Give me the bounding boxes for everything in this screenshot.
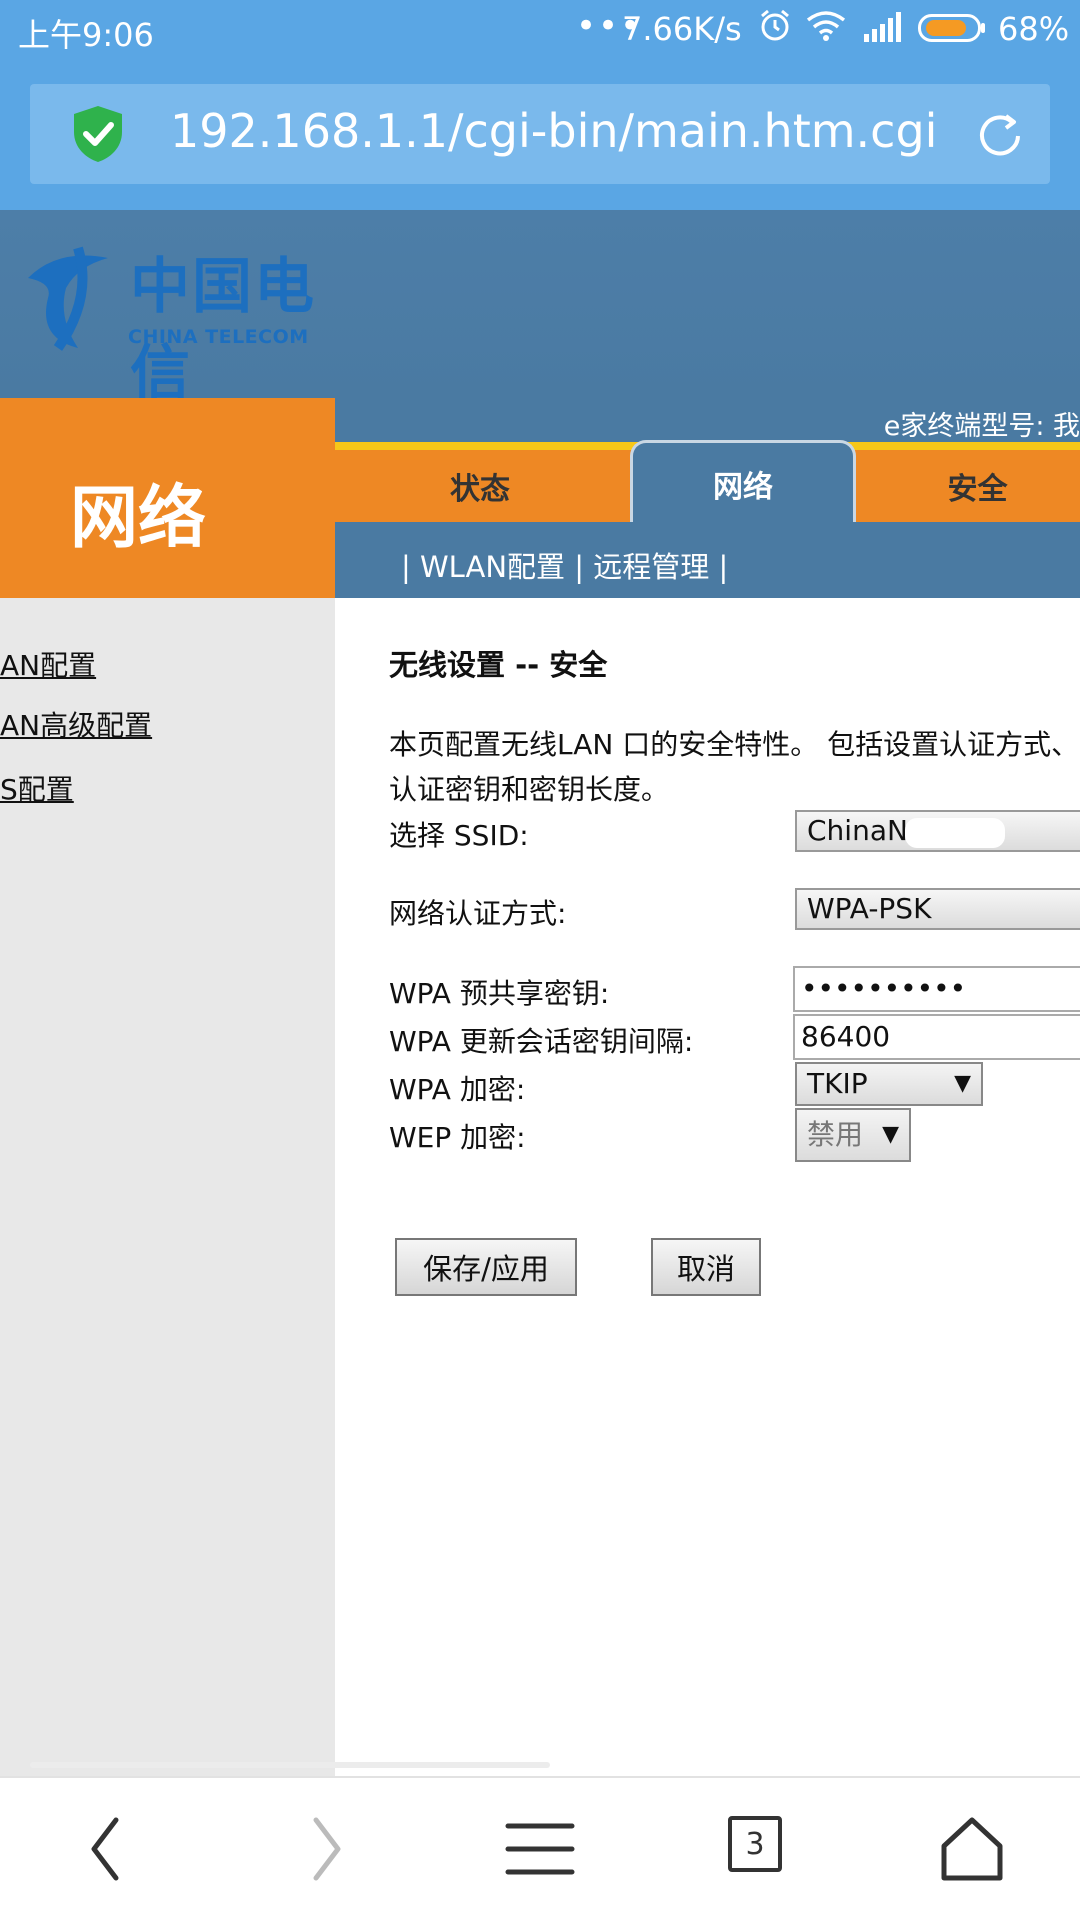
wpa-encryption-select[interactable]: TKIP ▼ bbox=[795, 1062, 983, 1106]
cancel-button[interactable]: 取消 bbox=[651, 1238, 761, 1296]
alarm-icon bbox=[761, 9, 789, 41]
tab-network[interactable]: 网络 bbox=[630, 440, 856, 525]
status-bar: 上午9:06 ••• 7.66K/s 68% bbox=[0, 0, 1080, 60]
device-info: e家终端型号: 我 bbox=[883, 411, 1080, 442]
url-text[interactable]: 192.168.1.1/cgi-bin/main.htm.cgi bbox=[170, 104, 937, 158]
wpa-encryption-value: TKIP bbox=[807, 1067, 868, 1100]
tab-status[interactable]: 状态 bbox=[335, 450, 625, 522]
back-icon[interactable] bbox=[66, 1814, 146, 1884]
section-title: 网络 bbox=[70, 479, 207, 558]
auth-select[interactable]: WPA-PSK bbox=[795, 888, 1080, 930]
page-title: 无线设置 -- 安全 bbox=[389, 648, 608, 682]
description-line-2: 认证密钥和密钥长度。 bbox=[389, 773, 670, 806]
ssid-label: 选择 SSID: bbox=[389, 819, 529, 852]
main-content: 无线设置 -- 安全 本页配置无线LAN 口的安全特性。 包括设置认证方式、 认… bbox=[335, 598, 1080, 1776]
battery-icon bbox=[918, 14, 985, 42]
main-tabs: 状态 网络 安全 bbox=[335, 440, 1080, 525]
psk-label: WPA 预共享密钥: bbox=[389, 977, 610, 1010]
address-bar[interactable]: 192.168.1.1/cgi-bin/main.htm.cgi bbox=[30, 84, 1050, 184]
status-time: 上午9:06 bbox=[18, 16, 154, 54]
browser-bottom-nav: 3 bbox=[0, 1778, 1080, 1920]
menu-icon[interactable] bbox=[500, 1814, 580, 1884]
wep-encryption-select[interactable]: 禁用 ▼ bbox=[795, 1108, 911, 1162]
left-menu: AN配置 AN高级配置 S配置 bbox=[0, 598, 335, 1776]
wifi-icon bbox=[806, 11, 846, 41]
page-description: 本页配置无线LAN 口的安全特性。 包括设置认证方式、 认证密钥和密钥长度。 bbox=[389, 722, 1080, 812]
battery-percent: 68% bbox=[998, 10, 1070, 48]
tabs-count: 3 bbox=[728, 1816, 782, 1872]
tabs-button[interactable]: 3 bbox=[716, 1814, 796, 1884]
home-icon[interactable] bbox=[932, 1814, 1012, 1884]
security-shield-icon bbox=[74, 106, 122, 162]
wpa-encryption-label: WPA 加密: bbox=[389, 1073, 526, 1106]
wep-encryption-label: WEP 加密: bbox=[389, 1121, 526, 1154]
menu-item-lan-advanced[interactable]: AN高级配置 bbox=[0, 704, 152, 744]
auth-label: 网络认证方式: bbox=[389, 897, 567, 930]
menu-item-s-config[interactable]: S配置 bbox=[0, 768, 74, 808]
save-apply-button[interactable]: 保存/应用 bbox=[395, 1238, 577, 1296]
subnav-links[interactable]: | WLAN配置 | 远程管理 | bbox=[401, 544, 728, 586]
china-telecom-logo: 中国电信 CHINA TELECOM bbox=[18, 238, 318, 409]
rekey-input[interactable]: 86400 bbox=[793, 1014, 1080, 1060]
rekey-label: WPA 更新会话密钥间隔: bbox=[389, 1025, 694, 1058]
wep-encryption-value: 禁用 bbox=[807, 1118, 864, 1151]
ssid-redaction bbox=[905, 818, 1005, 848]
sub-navigation: | WLAN配置 | 远程管理 | bbox=[335, 522, 1080, 598]
device-info-strip: e家终端型号: 我 bbox=[335, 398, 1080, 442]
logo-text-en: CHINA TELECOM bbox=[128, 326, 309, 348]
reload-icon[interactable] bbox=[972, 108, 1028, 164]
forward-icon[interactable] bbox=[286, 1814, 366, 1884]
ssid-select[interactable]: ChinaNet bbox=[795, 810, 1080, 852]
signal-icon bbox=[864, 12, 901, 42]
menu-item-lan-config[interactable]: AN配置 bbox=[0, 644, 96, 684]
psk-input[interactable]: •••••••••• bbox=[793, 966, 1080, 1012]
horizontal-scrollbar[interactable] bbox=[30, 1762, 550, 1768]
logo-text-cn: 中国电信 bbox=[130, 252, 316, 409]
tab-security[interactable]: 安全 bbox=[855, 450, 1080, 522]
network-speed: 7.66K/s bbox=[622, 10, 742, 48]
description-line-1: 本页配置无线LAN 口的安全特性。 包括设置认证方式、 bbox=[389, 728, 1080, 761]
dropdown-arrow-icon: ▼ bbox=[882, 1122, 899, 1147]
dropdown-arrow-icon: ▼ bbox=[954, 1071, 971, 1096]
telecom-logo-icon bbox=[28, 246, 108, 351]
